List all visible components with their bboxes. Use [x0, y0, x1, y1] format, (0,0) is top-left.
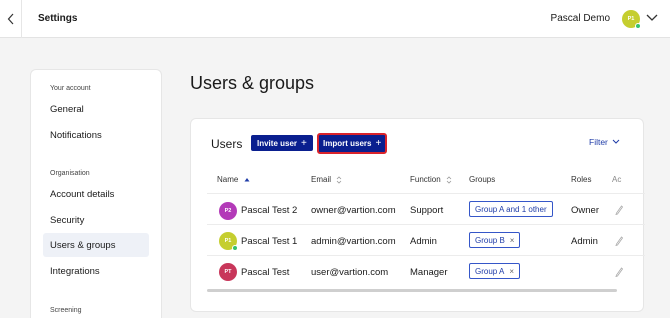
- user-name-cell[interactable]: Pascal Test: [241, 267, 289, 278]
- sidebar-item-account-details[interactable]: Account details: [50, 189, 114, 200]
- group-chip[interactable]: Group A and 1 other: [469, 201, 553, 217]
- horizontal-scrollbar[interactable]: [207, 289, 617, 292]
- user-email-cell: admin@vartion.com: [311, 236, 396, 247]
- column-header-roles: Roles: [571, 175, 592, 184]
- group-chip[interactable]: Group B ×: [469, 232, 521, 248]
- import-users-label: Import users: [323, 139, 372, 148]
- column-header-groups: Groups: [469, 175, 496, 184]
- user-name-cell[interactable]: Pascal Test 1: [241, 236, 297, 247]
- import-users-button[interactable]: Import users +: [316, 133, 388, 154]
- header-divider: [207, 193, 645, 194]
- online-status-dot: [635, 23, 641, 29]
- sidebar-item-security[interactable]: Security: [50, 215, 84, 226]
- avatar-initials: P1: [627, 16, 635, 22]
- avatar-initials: P2: [224, 208, 232, 214]
- remove-icon[interactable]: ×: [509, 267, 514, 276]
- avatar: PT: [219, 263, 237, 281]
- filter-label: Filter: [589, 137, 608, 147]
- edit-icon[interactable]: [615, 236, 623, 246]
- sort-icon: [446, 176, 452, 184]
- user-function-cell: Admin: [410, 236, 437, 247]
- row-divider: [207, 255, 645, 256]
- invite-user-label: Invite user: [257, 138, 298, 148]
- sort-ascending-icon: [244, 177, 250, 182]
- users-card: Users Invite user + Import users + Filte…: [190, 118, 645, 312]
- plus-icon: +: [301, 137, 307, 149]
- sidebar-item-integrations[interactable]: Integrations: [50, 266, 100, 277]
- user-role-cell: Admin: [571, 236, 598, 247]
- settings-sidebar: Your account General Notifications Organ…: [30, 69, 162, 318]
- user-role-cell: Owner: [571, 205, 599, 216]
- user-email-cell: user@vartion.com: [311, 267, 389, 278]
- sort-icon: [336, 176, 342, 184]
- edit-icon[interactable]: [615, 205, 623, 215]
- online-status-dot: [232, 245, 238, 251]
- user-function-cell: Support: [410, 205, 444, 216]
- group-chip-label: Group B: [475, 235, 505, 245]
- invite-user-button[interactable]: Invite user +: [251, 135, 313, 151]
- chevron-left-icon: [7, 13, 13, 25]
- chevron-down-icon[interactable]: [646, 11, 658, 25]
- user-function-cell: Manager: [410, 267, 448, 278]
- page-title: Users & groups: [190, 73, 315, 93]
- avatar: P2: [219, 202, 237, 220]
- section-label-organisation: Organisation: [50, 170, 90, 177]
- section-label-your-account: Your account: [50, 85, 91, 92]
- plus-icon: +: [375, 138, 382, 149]
- group-chip[interactable]: Group A ×: [469, 263, 521, 279]
- avatar-initials: PT: [224, 269, 232, 275]
- avatar-initials: P1: [224, 238, 232, 244]
- edit-icon[interactable]: [615, 267, 623, 277]
- column-header-email[interactable]: Email: [311, 175, 342, 184]
- top-bar: Settings Pascal Demo P1: [0, 0, 670, 38]
- chevron-down-icon: [612, 139, 620, 144]
- user-email-cell: owner@vartion.com: [311, 205, 396, 216]
- user-name[interactable]: Pascal Demo: [551, 13, 610, 24]
- filter-dropdown[interactable]: Filter: [589, 137, 620, 147]
- avatar: P1: [219, 232, 238, 251]
- group-chip-label: Group A and 1 other: [475, 204, 547, 214]
- column-header-actions: Ac: [612, 175, 622, 184]
- sidebar-item-notifications[interactable]: Notifications: [50, 130, 102, 141]
- user-avatar[interactable]: P1: [622, 10, 641, 29]
- row-divider: [207, 224, 645, 225]
- user-name-cell[interactable]: Pascal Test 2: [241, 205, 297, 216]
- remove-icon[interactable]: ×: [510, 236, 515, 245]
- group-chip-label: Group A: [475, 266, 505, 276]
- users-heading: Users: [211, 137, 243, 151]
- column-header-function[interactable]: Function: [410, 175, 452, 184]
- sidebar-item-general[interactable]: General: [50, 104, 84, 115]
- app-title: Settings: [38, 13, 78, 24]
- section-label-screening: Screening: [50, 307, 82, 314]
- column-header-name[interactable]: Name: [217, 175, 250, 184]
- back-button[interactable]: [0, 0, 22, 38]
- sidebar-item-users-groups[interactable]: Users & groups: [50, 240, 115, 251]
